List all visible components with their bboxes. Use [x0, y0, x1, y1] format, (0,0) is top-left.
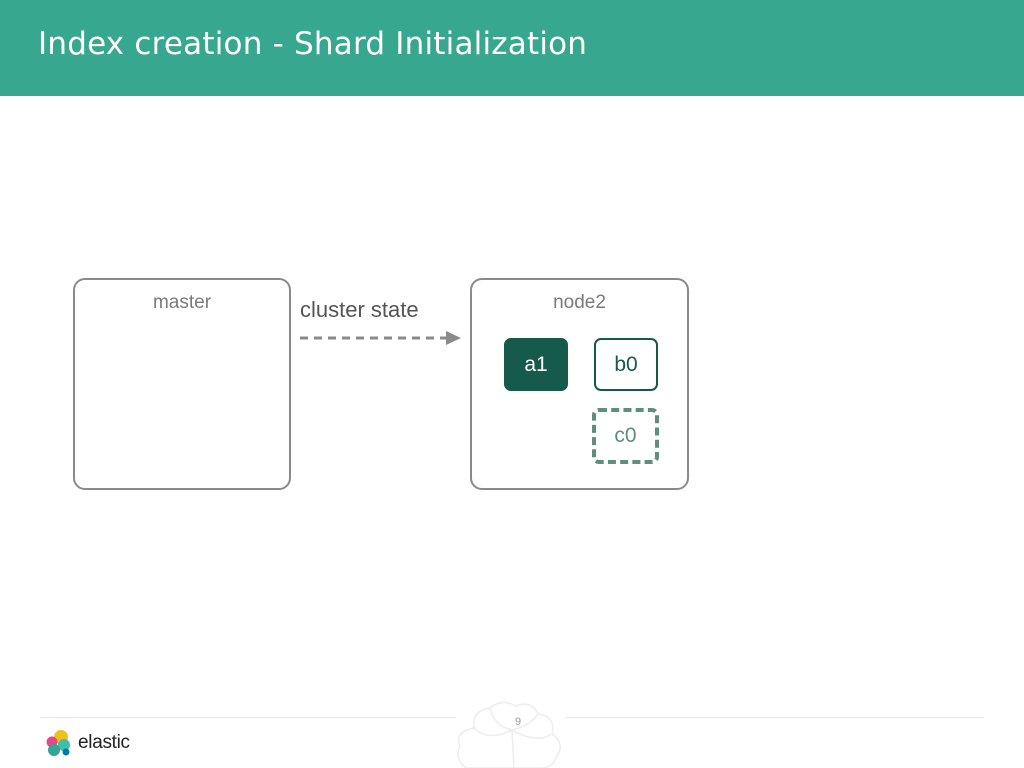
cluster-mark-icon	[457, 701, 561, 768]
header-bar: Index creation - Shard Initialization	[0, 0, 1024, 96]
shard-b0: b0	[594, 338, 658, 391]
slide-title: Index creation - Shard Initialization	[38, 26, 588, 62]
node2-label: node2	[553, 292, 606, 313]
master-node-box: master	[73, 278, 291, 490]
cluster-state-label: cluster state	[300, 297, 419, 322]
footer-divider-left	[40, 717, 456, 718]
page-number: 9	[514, 716, 522, 728]
footer-divider-right	[566, 717, 984, 718]
elastic-logo-icon	[46, 730, 70, 756]
shard-c0-initializing: c0	[592, 408, 659, 464]
elastic-logo-text: elastic	[78, 732, 130, 753]
cluster-state-arrow	[300, 331, 461, 345]
master-node-label: master	[152, 292, 212, 313]
shard-a1: a1	[504, 338, 568, 391]
